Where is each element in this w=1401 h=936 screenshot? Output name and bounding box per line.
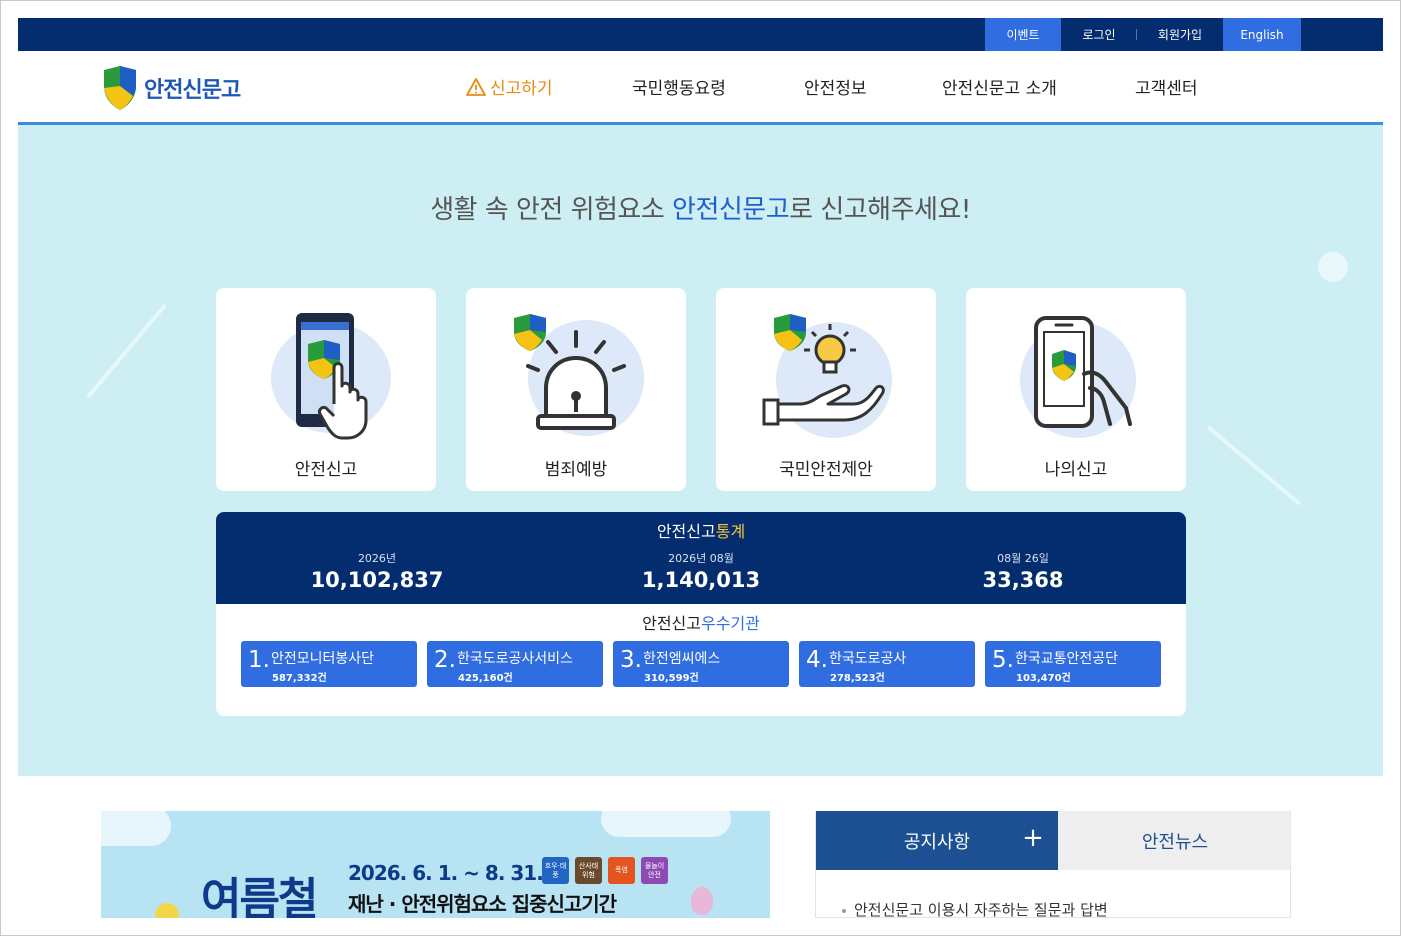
hero-title: 생활 속 안전 위험요소 안전신문고로 신고해주세요! [430,195,971,225]
card-my-reports[interactable]: 나의신고 [966,288,1186,491]
shield-logo-icon [104,66,136,110]
nav-customer-center[interactable]: 고객센터 [1135,51,1198,122]
nav-about[interactable]: 안전신문고 소개 [942,51,1057,122]
nav-report-label: 신고하기 [490,79,553,99]
cloud-decor [601,811,731,837]
decor-circle [1318,252,1348,282]
badge-heatwave: 폭염 [608,857,635,884]
badge-landslide: 산사태 위험 [575,857,602,884]
card-label: 나의신고 [1044,460,1108,480]
stats-panel: 안전신고통계 2026년 10,102,837 2026년 08월 1,140,… [216,512,1186,716]
best-org-title: 안전신고우수기관 [642,614,760,633]
best-org-item[interactable]: 5. 한국교통안전공단 103,470건 [985,641,1161,687]
stat-monthly: 2026년 08월 1,140,013 [641,552,761,592]
best-org-item[interactable]: 1. 안전모니터봉사단 587,332건 [241,641,417,687]
stats-title: 안전신고통계 [656,522,746,541]
more-plus-icon[interactable]: + [1018,823,1048,853]
summer-campaign-banner[interactable]: 여름철 2026. 6. 1. ~ 8. 31. 재난 · 안전위험요소 집중신… [101,811,770,918]
stat-yearly: 2026년 10,102,837 [310,552,444,592]
notice-list-item[interactable]: 안전신문고 이용시 자주하는 질문과 답변 [842,899,1108,917]
balloon-icon [155,903,179,918]
hero-section: 생활 속 안전 위험요소 안전신문고로 신고해주세요! 안전신고 범죄예방 국민… [18,125,1383,776]
card-safety-proposal[interactable]: 국민안전제안 [716,288,936,491]
english-link[interactable]: English [1223,18,1301,51]
main-header: 안전신문고 신고하기 국민행동요령 안전정보 안전신문고 소개 고객센터 [18,51,1383,125]
decor-line [86,303,167,399]
tab-safety-news[interactable]: 안전뉴스 [1058,811,1290,870]
card-crime-prevention[interactable]: 범죄예방 [466,288,686,491]
lightbulb-hand-icon [762,314,892,438]
event-link[interactable]: 이벤트 [985,18,1061,51]
best-org-item[interactable]: 3. 한전엠씨에스 310,599건 [613,641,789,687]
nav-report[interactable]: 신고하기 [466,51,553,122]
join-link[interactable]: 회원가입 [1137,18,1223,51]
card-label: 국민안전제안 [779,460,873,480]
card-safety-report[interactable]: 안전신고 [216,288,436,491]
badge-water-safety: 물놀이 안전 [641,857,668,884]
best-org-item[interactable]: 4. 한국도로공사 278,523건 [799,641,975,687]
banner-date: 2026. 6. 1. ~ 8. 31. [348,861,544,885]
login-link[interactable]: 로그인 [1061,18,1137,51]
card-label: 범죄예방 [544,460,608,480]
nav-action-guide[interactable]: 국민행동요령 [632,51,726,122]
phone-hand-icon [1020,316,1136,438]
best-org-item[interactable]: 2. 한국도로공사서비스 425,160건 [427,641,603,687]
bullet-icon [842,908,846,913]
siren-icon [514,314,644,436]
stats-header: 안전신고통계 2026년 10,102,837 2026년 08월 1,140,… [216,512,1186,604]
stat-daily: 08월 26일 33,368 [982,552,1064,592]
logo-text: 안전신문고 [144,78,241,103]
top-utility-bar: 이벤트 로그인 회원가입 English [18,18,1383,51]
banner-subtitle: 재난 · 안전위험요소 집중신고기간 [348,892,617,916]
balloon-icon [691,887,713,915]
warning-icon [466,77,486,96]
notice-box: 공지사항 + 안전뉴스 안전신문고 이용시 자주하는 질문과 답변 [815,811,1291,918]
badge-heavy-rain: 호우·태풍 [542,857,569,884]
banner-season: 여름철 [201,874,318,918]
phone-touch-icon [271,313,391,440]
site-logo[interactable]: 안전신문고 [100,64,241,112]
card-label: 안전신고 [294,460,358,480]
nav-safety-info[interactable]: 안전정보 [804,51,867,122]
decor-line [1206,425,1302,506]
cloud-decor [101,811,171,846]
